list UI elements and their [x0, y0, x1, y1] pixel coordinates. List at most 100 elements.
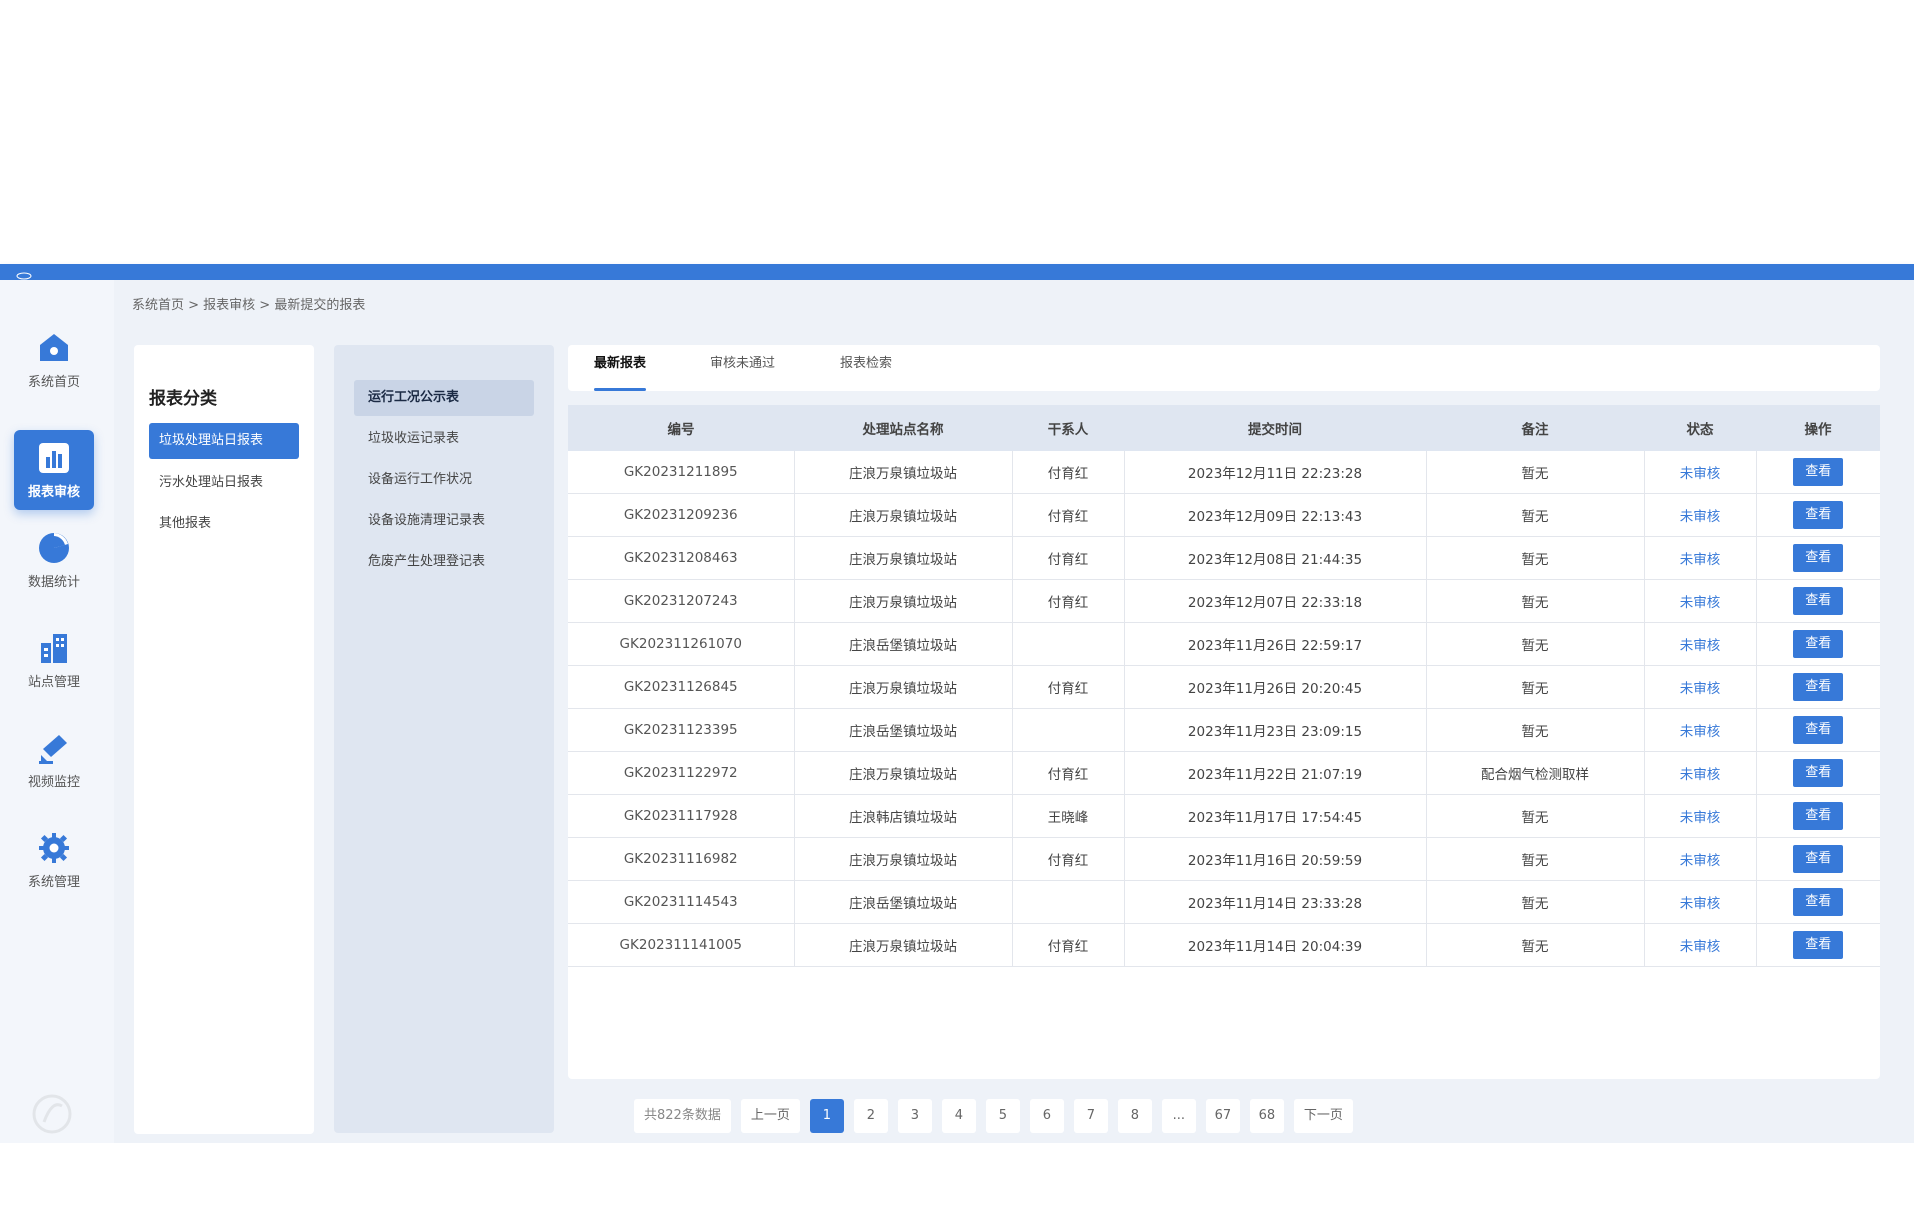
- report-subcategory-panel: 运行工况公示表 垃圾收运记录表 设备运行工作状况 设备设施清理记录表 危废产生处…: [334, 345, 554, 1133]
- pagination-page[interactable]: 7: [1073, 1099, 1108, 1133]
- view-button[interactable]: 查看: [1793, 673, 1844, 701]
- cell-stakeholder: [1012, 622, 1125, 666]
- report-tabs: 最新报表 审核未通过 报表检索: [568, 345, 1880, 391]
- category-item-garbage-daily[interactable]: 垃圾处理站日报表: [149, 423, 299, 459]
- cell-action: 查看: [1756, 451, 1880, 494]
- status-link[interactable]: 未审核: [1680, 810, 1721, 826]
- nav-item-video-monitor[interactable]: 视频监控: [14, 720, 94, 800]
- cell-status: 未审核: [1644, 708, 1757, 752]
- category-item-other[interactable]: 其他报表: [149, 506, 299, 542]
- table-row: GK20231114543 庄浪岳堡镇垃圾站 2023年11月14日 23:33:2…: [568, 880, 1880, 924]
- building-icon: [41, 633, 67, 663]
- cell-status: 未审核: [1644, 880, 1757, 924]
- view-button[interactable]: 查看: [1793, 501, 1844, 529]
- cell-submit-time: 2023年11月22日 21:07:19: [1124, 751, 1427, 795]
- pagination-page[interactable]: 4: [941, 1099, 976, 1133]
- cell-action: 查看: [1756, 536, 1880, 580]
- category-item-sewage-daily[interactable]: 污水处理站日报表: [149, 465, 299, 501]
- cell-action: 查看: [1756, 622, 1880, 666]
- bar-chart-icon: [39, 442, 69, 473]
- pagination: 共822条数据 上一页 1 2 3 4 5 6 7 8 ... 67 68 下一…: [634, 1099, 1353, 1133]
- view-button[interactable]: 查看: [1793, 544, 1844, 572]
- status-link[interactable]: 未审核: [1680, 681, 1721, 697]
- status-link[interactable]: 未审核: [1680, 638, 1721, 654]
- nav-label: 系统首页: [27, 374, 80, 390]
- view-button[interactable]: 查看: [1793, 759, 1844, 787]
- cell-site-name: 庄浪万泉镇垃圾站: [794, 837, 1013, 881]
- nav-label: 系统管理: [27, 874, 80, 890]
- cell-code: GK20231208463: [568, 536, 795, 580]
- header-remark: 备注: [1521, 422, 1549, 438]
- pagination-page[interactable]: 6: [1029, 1099, 1064, 1133]
- cell-action: 查看: [1756, 493, 1880, 537]
- cell-status: 未审核: [1644, 665, 1757, 709]
- cell-status: 未审核: [1644, 794, 1757, 838]
- subcategory-item-facility-cleaning[interactable]: 设备设施清理记录表: [354, 503, 534, 539]
- header-status: 状态: [1686, 422, 1714, 438]
- status-link[interactable]: 未审核: [1680, 595, 1721, 611]
- status-link[interactable]: 未审核: [1680, 724, 1721, 740]
- subcategory-item-hazardous-waste[interactable]: 危废产生处理登记表: [354, 544, 534, 580]
- cell-remark: 暂无: [1426, 837, 1645, 881]
- status-link[interactable]: 未审核: [1680, 767, 1721, 783]
- table-header-row: 编号 处理站点名称 干系人 提交时间 备注 状态 操作: [568, 405, 1880, 451]
- nav-item-site-management[interactable]: 站点管理: [14, 620, 94, 700]
- nav-item-system-management[interactable]: 系统管理: [14, 820, 94, 900]
- nav-item-report-review[interactable]: 报表审核: [14, 430, 94, 510]
- view-button[interactable]: 查看: [1793, 458, 1844, 486]
- pagination-page[interactable]: 68: [1249, 1099, 1284, 1133]
- cell-remark: 暂无: [1426, 923, 1645, 967]
- view-button[interactable]: 查看: [1793, 931, 1844, 959]
- header-submit-time: 提交时间: [1248, 422, 1302, 438]
- top-header-bar: [0, 264, 1914, 280]
- cell-code: GK20231116982: [568, 837, 795, 881]
- cell-code: GK202311141005: [568, 923, 795, 967]
- report-category-panel: 报表分类 垃圾处理站日报表 污水处理站日报表 其他报表: [134, 345, 314, 1134]
- table-row: GK20231209236 庄浪万泉镇垃圾站 付育红 2023年12月09日 22:1…: [568, 493, 1880, 537]
- pagination-page[interactable]: 8: [1117, 1099, 1152, 1133]
- pagination-page[interactable]: 2: [853, 1099, 888, 1133]
- status-link[interactable]: 未审核: [1680, 896, 1721, 912]
- subcategory-item-equipment-status[interactable]: 设备运行工作状况: [354, 462, 534, 498]
- tab-latest-reports[interactable]: 最新报表: [594, 345, 647, 391]
- cell-action: 查看: [1756, 665, 1880, 709]
- cell-site-name: 庄浪岳堡镇垃圾站: [794, 622, 1013, 666]
- cell-stakeholder: 付育红: [1012, 837, 1125, 881]
- cell-stakeholder: 付育红: [1012, 923, 1125, 967]
- nav-item-data-stats[interactable]: 数据统计: [14, 520, 94, 600]
- view-button[interactable]: 查看: [1793, 587, 1844, 615]
- table-row: GK20231208463 庄浪万泉镇垃圾站 付育红 2023年12月08日 21:4…: [568, 536, 1880, 580]
- status-link[interactable]: 未审核: [1680, 853, 1721, 869]
- status-link[interactable]: 未审核: [1680, 939, 1721, 955]
- pagination-total: 共822条数据: [634, 1099, 731, 1133]
- cell-code: GK20231122972: [568, 751, 795, 795]
- subcategory-item-garbage-collection[interactable]: 垃圾收运记录表: [354, 421, 534, 457]
- pagination-page[interactable]: 67: [1205, 1099, 1240, 1133]
- pagination-prev-button[interactable]: 上一页: [740, 1099, 800, 1133]
- cell-site-name: 庄浪岳堡镇垃圾站: [794, 880, 1013, 924]
- subcategory-item-operation-status[interactable]: 运行工况公示表: [354, 380, 534, 416]
- pagination-page[interactable]: 1: [809, 1099, 844, 1133]
- cell-stakeholder: 王晓峰: [1012, 794, 1125, 838]
- view-button[interactable]: 查看: [1793, 845, 1844, 873]
- cell-status: 未审核: [1644, 493, 1757, 537]
- pagination-page[interactable]: 3: [897, 1099, 932, 1133]
- cell-remark: 暂无: [1426, 880, 1645, 924]
- view-button[interactable]: 查看: [1793, 630, 1844, 658]
- view-button[interactable]: 查看: [1793, 888, 1844, 916]
- nav-item-home[interactable]: 系统首页: [14, 320, 94, 400]
- pagination-next-button[interactable]: 下一页: [1293, 1099, 1353, 1133]
- status-link[interactable]: 未审核: [1680, 466, 1721, 482]
- view-button[interactable]: 查看: [1793, 802, 1844, 830]
- tab-review-failed[interactable]: 审核未通过: [710, 345, 775, 391]
- cell-remark: 暂无: [1426, 622, 1645, 666]
- cell-status: 未审核: [1644, 837, 1757, 881]
- tab-report-search[interactable]: 报表检索: [840, 345, 892, 391]
- pagination-page[interactable]: 5: [985, 1099, 1020, 1133]
- status-link[interactable]: 未审核: [1680, 552, 1721, 568]
- status-link[interactable]: 未审核: [1680, 509, 1721, 525]
- view-button[interactable]: 查看: [1793, 716, 1844, 744]
- cell-submit-time: 2023年11月14日 20:04:39: [1124, 923, 1427, 967]
- cell-code: GK20231126845: [568, 665, 795, 709]
- side-navigation: 系统首页 报表审核 数据统计 站点管理 视频监控 系统管理: [0, 280, 114, 1143]
